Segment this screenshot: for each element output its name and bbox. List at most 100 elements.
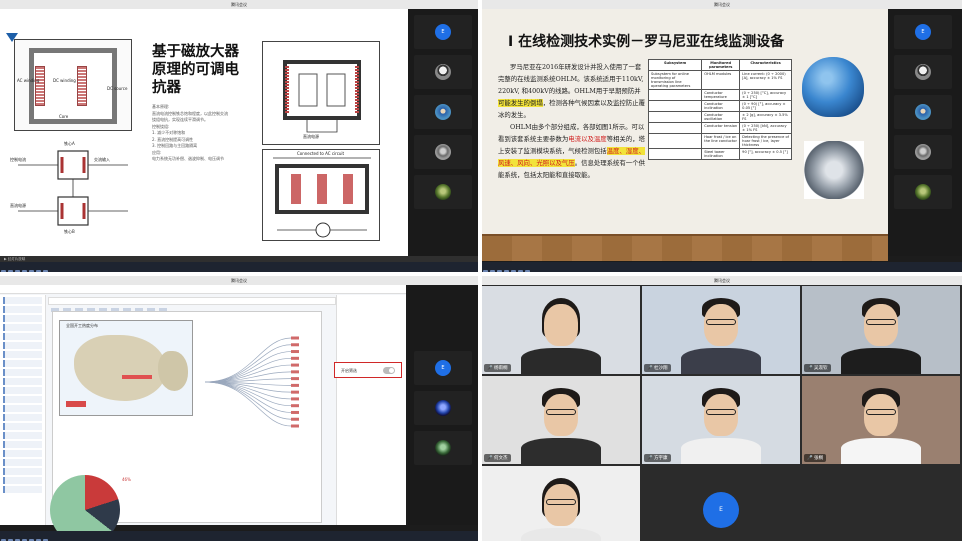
app-icon[interactable] [36,270,41,272]
participant-video-tile[interactable]: 🎤 张桐 [802,376,960,464]
participant-tile[interactable]: E [894,15,952,49]
glasses [866,319,896,326]
meeting-window-bottom-left: 腾讯会议 全国开工热度分布 46% 开启筛选 E [0,276,478,541]
sidebar-item[interactable] [3,315,42,322]
participant-video-tile[interactable]: 🎤 方宇康 [642,376,800,464]
glasses [706,409,736,416]
meeting-video-grid: 腾讯会议 🎤 杨雨桐 🎤 杜沙翔 🎤 吴淑钦 🎤 何文杰 🎤 方宇康 🎤 张桐 E [482,276,962,541]
app-icon[interactable] [490,270,495,272]
participant-tile[interactable] [414,135,472,169]
sidebar-item[interactable] [3,297,42,304]
sidebar-item[interactable] [3,333,42,340]
table-cell [647,133,703,149]
sidebar-item[interactable] [3,351,42,358]
participant-tile[interactable]: E [414,351,472,385]
participant-video-tile[interactable]: 🎤 杜沙翔 [642,286,800,374]
sidebar-item[interactable] [3,414,42,421]
participant-video-tile[interactable] [482,466,640,541]
avatar: E [435,360,451,376]
filter-toggle-box[interactable]: 开启筛选 [334,362,402,378]
sidebar-item[interactable] [3,477,42,484]
app-icon[interactable] [497,270,502,272]
sidebar-item[interactable] [3,306,42,313]
flow-node [291,377,299,381]
app-icon[interactable] [29,270,34,272]
avatar: E [703,492,739,528]
participant-tile[interactable] [414,55,472,89]
table-cell: (0 ÷ 250) [kN], accuracy ± 1% FS [739,122,792,134]
participant-tile[interactable] [894,135,952,169]
sidebar-item[interactable] [3,441,42,448]
sankey-flow-chart [204,336,299,428]
person-body [521,528,601,541]
avatar [915,104,931,120]
sidebar-item[interactable] [3,432,42,439]
filter-toggle[interactable] [383,367,395,374]
person-body [841,438,921,464]
iron-core-top-label: 铁心A [64,141,75,146]
table-cell [647,111,703,123]
sidebar-item[interactable] [3,459,42,466]
flow-link [204,381,292,413]
sidebar-item[interactable] [3,387,42,394]
start-icon[interactable] [483,270,488,272]
dc-coil [77,66,87,106]
sidebar-item[interactable] [3,468,42,475]
participant-strip: E [408,9,478,256]
slide-body: 基本原理: 直流电流控制铁芯饱和程度，以此控制交流 绕组电抗，实现连续平滑调节。… [152,104,250,163]
participant-tile[interactable]: E [414,15,472,49]
properties-panel [336,295,406,525]
sidebar-item[interactable] [3,396,42,403]
ac-connection-svg [273,157,371,238]
participant-video-tile[interactable]: 🎤 吴淑钦 [802,286,960,374]
sidebar-item[interactable] [3,360,42,367]
app-icon[interactable] [511,270,516,272]
sidebar-item[interactable] [3,324,42,331]
app-icon[interactable] [22,270,27,272]
app-icon[interactable] [504,270,509,272]
avatar: E [435,24,451,40]
participant-name-tag: 🎤 杨雨桐 [484,364,511,372]
sidebar-item[interactable] [3,405,42,412]
shared-slide: I 在线检测技术实例－罗马尼亚在线监测设备 罗马尼亚在2016年研发设计并投入使… [482,9,888,261]
sidebar-item[interactable] [3,378,42,385]
table-row: Conductor tension (0 ÷ 250) [kN], accurac… [647,122,792,134]
table-header-row: Subsystem Monitored parameters Character… [647,59,792,71]
participant-video-tile[interactable]: 🎤 何文杰 [482,376,640,464]
sidebar-item[interactable] [3,486,42,493]
participant-tile[interactable] [414,391,472,425]
map-widget[interactable]: 全国开工热度分布 [59,320,193,416]
paragraph-1: 罗马尼亚在2016年研发设计并投入使用了一套完整的在线监测系统OHLM。该系统适… [498,61,646,121]
participant-tile[interactable] [414,175,472,209]
circuit-svg [18,150,128,226]
start-icon[interactable] [1,270,6,272]
participant-tile[interactable] [894,175,952,209]
sidebar-item[interactable] [3,423,42,430]
participant-video-tile[interactable]: E [642,466,800,541]
sidebar-item[interactable] [3,369,42,376]
table-cell: Steel tower inclination [701,148,741,160]
participant-tile[interactable] [414,95,472,129]
table-row: Subsystem for online monitoring of trans… [647,70,792,90]
sidebar-item[interactable] [3,342,42,349]
flow-node [291,350,299,354]
app-icon[interactable] [15,270,20,272]
participant-tile[interactable] [414,431,472,465]
control-circuit-diagram: 铁心A 铁心B 控制电流 交流输入 直流电源 [8,139,138,239]
participant-tile[interactable] [894,55,952,89]
avatar [435,184,451,200]
avatar [915,64,931,80]
app-icon[interactable] [525,270,530,272]
flow-node [291,363,299,367]
participant-tile[interactable] [894,95,952,129]
sidebar-item[interactable] [3,450,42,457]
app-icon[interactable] [8,270,13,272]
app-icon[interactable] [518,270,523,272]
table-cell: Subsystem for online monitoring of trans… [647,70,703,90]
map-title: 全国开工热度分布 [66,323,98,328]
app-icon[interactable] [43,270,48,272]
participant-video-tile[interactable]: 🎤 杨雨桐 [482,286,640,374]
flow-node [291,424,299,428]
person-body [681,438,761,464]
flow-node [291,356,299,360]
